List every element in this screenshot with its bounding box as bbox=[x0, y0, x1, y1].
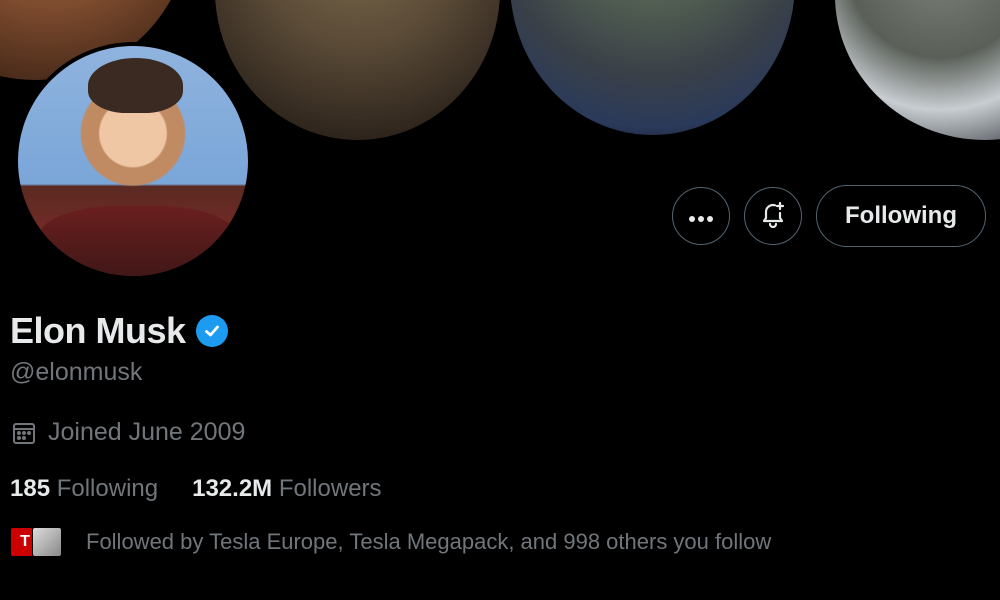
following-label: Following bbox=[56, 475, 159, 502]
profile-avatar[interactable] bbox=[14, 42, 252, 280]
joined-text: Joined June 2009 bbox=[48, 418, 246, 446]
following-count: 185 bbox=[10, 475, 51, 502]
banner-planet-4 bbox=[835, 0, 1000, 140]
avatar-armor bbox=[38, 206, 238, 276]
profile-name-row: Elon Musk bbox=[10, 310, 228, 352]
followers-stat-link[interactable]: 132.2M Followers bbox=[192, 475, 381, 503]
followed-by-text: Followed by Tesla Europe, Tesla Megapack… bbox=[86, 529, 772, 554]
joined-date: Joined June 2009 bbox=[10, 418, 245, 447]
more-button[interactable] bbox=[672, 187, 731, 245]
calendar-icon bbox=[10, 419, 38, 447]
notifications-button[interactable] bbox=[744, 187, 803, 245]
profile-name: Elon Musk bbox=[10, 310, 186, 351]
more-horizontal-icon bbox=[688, 205, 714, 227]
banner-planet-2 bbox=[215, 0, 500, 140]
megapack-avatar bbox=[32, 527, 62, 557]
avatar-hair bbox=[88, 58, 183, 113]
followed-by-avatars: T bbox=[10, 527, 62, 557]
followers-label: Followers bbox=[278, 475, 382, 502]
profile-actions: Following bbox=[672, 185, 986, 247]
followers-count: 132.2M bbox=[192, 475, 273, 502]
following-button[interactable]: Following bbox=[816, 185, 986, 247]
following-stat-link[interactable]: 185 Following bbox=[10, 475, 158, 503]
banner-planet-3 bbox=[510, 0, 795, 135]
bell-plus-icon bbox=[759, 200, 787, 232]
profile-handle: @elonmusk bbox=[10, 358, 143, 386]
verified-badge-icon[interactable] bbox=[195, 315, 228, 347]
followed-by-row[interactable]: T Followed by Tesla Europe, Tesla Megapa… bbox=[10, 527, 771, 557]
profile-stats: 185 Following 132.2M Followers bbox=[10, 475, 382, 503]
